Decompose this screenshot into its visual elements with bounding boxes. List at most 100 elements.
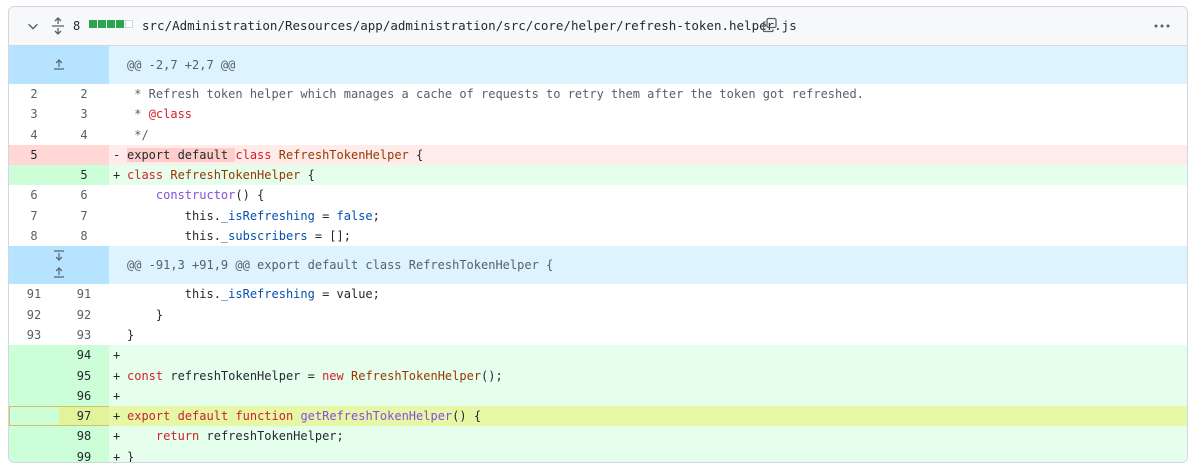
code-token-function: getRefreshTokenHelper [300,409,453,424]
old-line-number[interactable]: 8 [9,226,59,246]
code-line: } [127,449,135,463]
new-line-number[interactable]: 8 [59,226,109,246]
new-line-number[interactable]: 4 [59,125,109,145]
new-line-number[interactable]: 92 [59,305,109,325]
code-token-literal: false [336,208,373,223]
file-header: 8 src/Administration/Resources/app/admin… [9,7,1187,46]
table-row: 93 93 } [9,325,1187,345]
diff-marker: - [113,147,121,162]
code-token-keyword: default [177,409,229,424]
table-row: 2 2 * Refresh token helper which manages… [9,84,1187,104]
hunk-header-text: @@ -2,7 +2,7 @@ [127,58,236,72]
expand-all-icon[interactable] [50,17,66,35]
table-row-added: 94 + [9,345,1187,366]
new-line-number[interactable]: 5 [59,165,109,186]
table-row: 3 3 * @class [9,104,1187,124]
file-path[interactable]: src/Administration/Resources/app/adminis… [142,16,797,36]
table-row: 91 91 this._isRefreshing = value; [9,284,1187,304]
code-token-class: RefreshTokenHelper [170,168,301,183]
old-line-number[interactable]: 2 [9,84,59,104]
code-line: */ [127,127,149,142]
diff-marker: + [113,348,121,363]
table-row: 6 6 constructor() { [9,185,1187,205]
old-line-number[interactable] [9,165,59,186]
new-line-number[interactable] [59,144,109,166]
new-line-number[interactable]: 94 [59,345,109,366]
old-line-number[interactable]: 3 [9,104,59,124]
old-line-number[interactable]: 4 [9,125,59,145]
deleted-segment: export default [127,147,236,162]
table-row: 92 92 } [9,305,1187,325]
code-token-this: this. [184,229,221,244]
expand-down-icon[interactable] [53,250,65,265]
kebab-menu-icon[interactable] [1153,17,1171,35]
hunk-expander[interactable] [9,46,109,84]
code-token-keyword: class [235,147,272,162]
code-token-this: this. [184,287,221,302]
new-line-number[interactable]: 7 [59,206,109,226]
new-line-number[interactable]: 91 [59,284,109,304]
code-line: * [127,107,149,122]
code-token-property: _subscribers [220,229,308,244]
old-line-number[interactable]: 5 [9,144,59,166]
hunk-header: @@ -2,7 +2,7 @@ [9,46,1187,84]
code-token-keyword: export [127,409,171,424]
code-token-keyword: class [127,168,164,183]
table-row-added: 99 +} [9,446,1187,463]
new-line-number[interactable]: 96 [59,385,109,407]
code-token-keyword: function [235,409,294,424]
new-line-number[interactable]: 3 [59,104,109,124]
expand-up-icon[interactable] [53,266,65,281]
code-token-class: RefreshTokenHelper [351,368,482,383]
hunk-header-text: @@ -91,3 +91,9 @@ export default class R… [127,258,554,273]
diffstat-block-added [107,20,115,28]
new-line-number[interactable]: 93 [59,325,109,345]
old-line-number[interactable]: 7 [9,206,59,226]
new-line-number[interactable]: 98 [59,426,109,447]
old-line-number[interactable]: 6 [9,185,59,205]
new-line-number[interactable]: 95 [59,365,109,386]
diff-table: @@ -2,7 +2,7 @@ 2 2 * Refresh token help… [9,46,1187,463]
hunk-header: @@ -91,3 +91,9 @@ export default class R… [9,246,1187,285]
copy-icon[interactable] [762,17,780,35]
old-line-number[interactable] [9,365,59,386]
code-token-keyword: new [322,368,344,383]
table-row-added: 98 + return refreshTokenHelper; [9,426,1187,447]
table-row-deleted: 5 - export default class RefreshTokenHelp… [9,144,1187,166]
old-line-number[interactable] [9,446,59,462]
expand-up-icon[interactable] [53,58,65,73]
code-token-keyword: return [155,429,200,444]
diff-marker: + [113,429,121,444]
old-line-number[interactable]: 91 [9,284,59,304]
old-line-number[interactable] [9,385,59,407]
old-line-number[interactable] [9,426,59,447]
table-row: 4 4 */ [9,125,1187,145]
new-line-number[interactable]: 2 [59,84,109,104]
code-token-property: _isRefreshing [220,208,315,223]
diff-file: 8 src/Administration/Resources/app/admin… [8,6,1188,463]
new-line-number[interactable]: 97 [59,406,109,427]
diff-marker: + [113,368,121,383]
new-line-number[interactable]: 6 [59,185,109,205]
code-token-property: _isRefreshing [220,287,315,302]
chevron-down-icon[interactable] [26,19,40,33]
old-line-number[interactable] [9,406,59,427]
old-line-number[interactable]: 92 [9,305,59,325]
diff-marker: + [113,168,121,183]
diff-marker: + [113,409,121,424]
old-line-number[interactable] [9,345,59,366]
diffstat-block-added [89,20,97,28]
diffstat [89,20,133,28]
diffstat-block-added [98,20,106,28]
table-row: 7 7 this._isRefreshing = false; [9,206,1187,226]
change-count: 8 [73,19,81,33]
code-token-keyword: const [127,368,164,383]
hunk-expander[interactable] [9,246,109,285]
code-token-this: this. [184,208,221,223]
new-line-number[interactable]: 99 [59,446,109,462]
code-token-function: constructor [155,188,236,203]
table-row-added-selected: 97 + export default function getRefreshTo… [9,406,1187,427]
diffstat-block-added [116,20,124,28]
old-line-number[interactable]: 93 [9,325,59,345]
diff-marker: + [113,449,121,463]
